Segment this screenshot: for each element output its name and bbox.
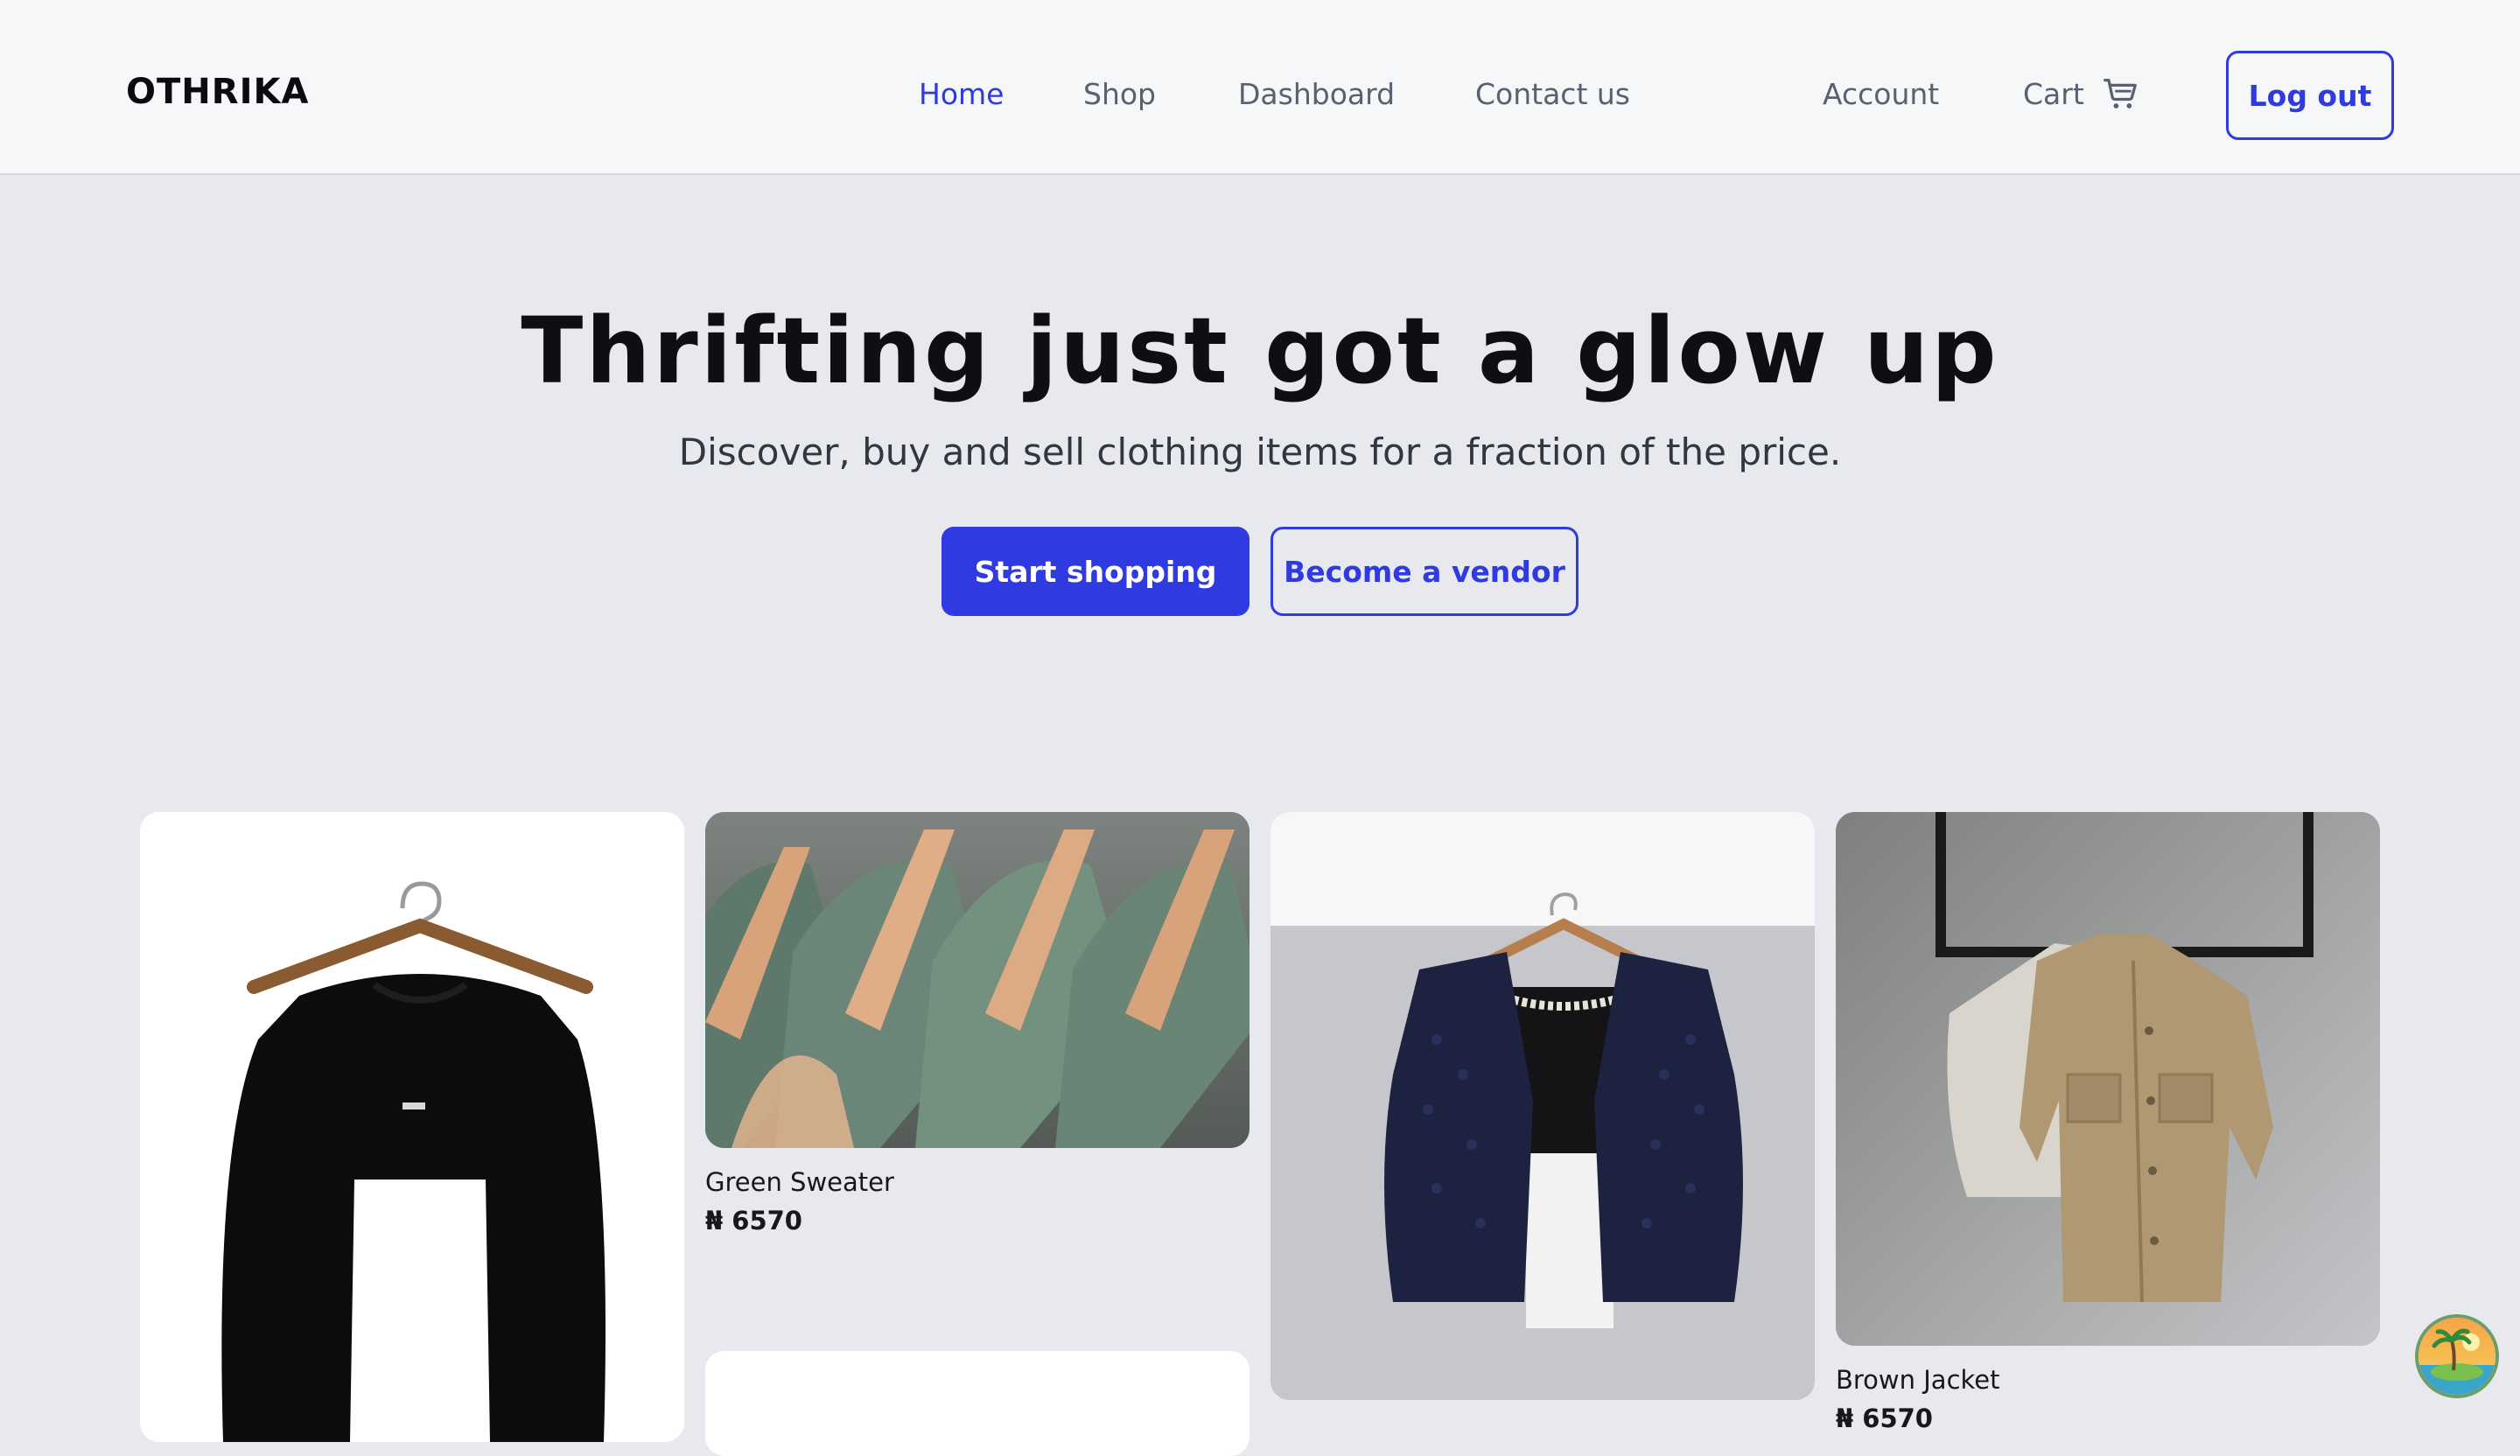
nav-account[interactable]: Account [1823, 77, 1939, 111]
product-name-green-sweater[interactable]: Green Sweater [705, 1167, 894, 1197]
brand-logo[interactable]: OTHRIKA [126, 72, 309, 112]
top-navbar: OTHRIKA Home Shop Dashboard Contact us A… [0, 0, 2520, 175]
product-name-brown-jacket[interactable]: Brown Jacket [1836, 1365, 1999, 1395]
hero-subtitle: Discover, buy and sell clothing items fo… [678, 430, 1842, 473]
product-image-green-sweater [705, 812, 1250, 1148]
product-price-brown-jacket: ₦ 6570 [1836, 1404, 1933, 1433]
product-image-black-shirt [140, 812, 684, 1442]
start-shopping-button[interactable]: Start shopping [942, 527, 1250, 616]
cart-icon[interactable] [2100, 74, 2140, 114]
product-image-brown-jacket [1836, 812, 2380, 1346]
nav-dashboard[interactable]: Dashboard [1238, 77, 1395, 111]
island-avatar-icon[interactable] [2415, 1314, 2499, 1398]
product-card-partial[interactable] [705, 1351, 1250, 1456]
product-card-black-shirt[interactable] [140, 812, 684, 1442]
nav-home[interactable]: Home [919, 77, 1004, 111]
product-price-green-sweater: ₦ 6570 [705, 1206, 802, 1236]
become-vendor-button[interactable]: Become a vendor [1270, 527, 1578, 616]
logout-button[interactable]: Log out [2226, 51, 2394, 140]
product-card-brown-jacket[interactable] [1836, 812, 2380, 1346]
product-card-navy-vest[interactable] [1270, 812, 1815, 1400]
hero-title: Thrifting just got a glow up [521, 298, 1999, 404]
nav-cart[interactable]: Cart [2023, 77, 2084, 111]
nav-shop[interactable]: Shop [1083, 77, 1156, 111]
nav-contact[interactable]: Contact us [1475, 77, 1630, 111]
product-card-green-sweater[interactable] [705, 812, 1250, 1148]
product-image-navy-vest [1270, 812, 1815, 1400]
